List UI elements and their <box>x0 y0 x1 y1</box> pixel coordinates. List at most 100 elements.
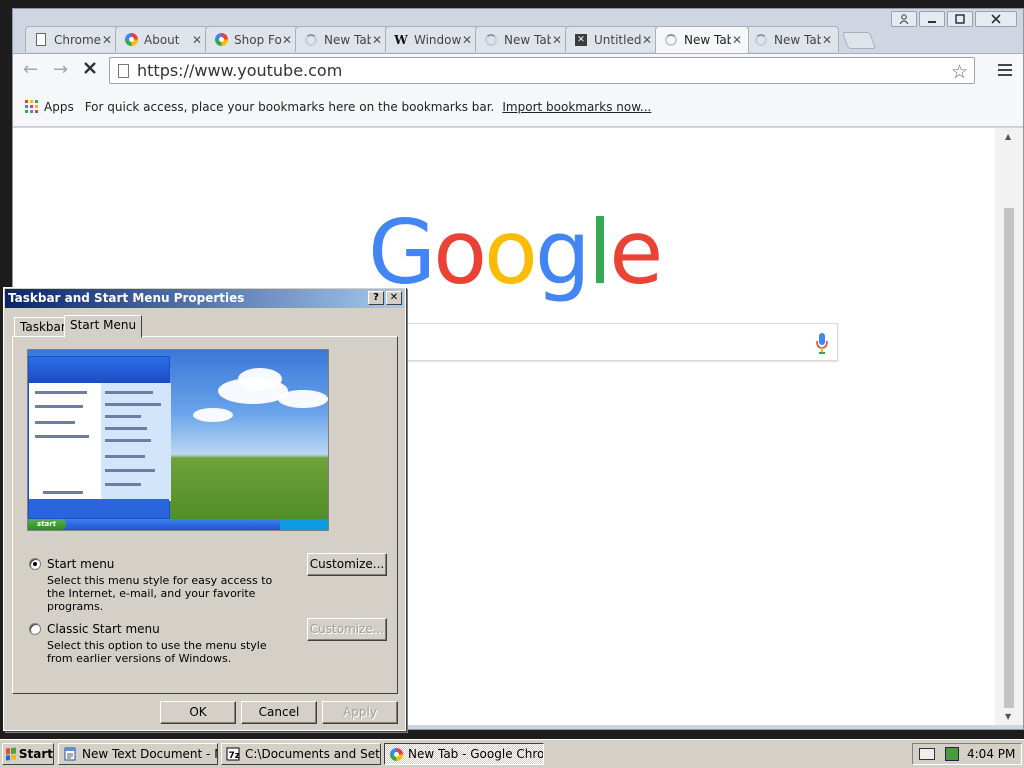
window-controls <box>891 11 1017 27</box>
bookmarks-bar: Apps For quick access, place your bookma… <box>13 87 1023 127</box>
loading-spinner-icon <box>754 33 768 47</box>
logo-letter: e <box>609 201 663 304</box>
document-icon <box>34 33 48 47</box>
tab-close-icon[interactable]: ✕ <box>371 33 383 47</box>
customize-classic-menu-button[interactable]: Customize... <box>307 618 387 641</box>
profile-icon[interactable] <box>891 11 917 27</box>
bookmarks-hint: For quick access, place your bookmarks h… <box>84 99 495 114</box>
chrome-tab[interactable]: New Tab ✕ <box>475 26 569 52</box>
notepad-icon <box>64 747 76 761</box>
chrome-icon <box>389 747 403 761</box>
svg-text:7z: 7z <box>229 751 241 761</box>
back-icon[interactable]: ← <box>23 61 38 79</box>
page-icon <box>118 63 129 78</box>
chrome-tab[interactable]: New Tab ✕ <box>295 26 389 52</box>
start-menu-panel: start Start menu Select this menu style … <box>12 336 398 694</box>
task-notepad[interactable]: New Text Document - No... <box>58 743 218 765</box>
classic-start-menu-description: Select this option to use the menu style… <box>47 639 267 665</box>
tab-close-icon[interactable]: ✕ <box>281 33 293 47</box>
tab-close-icon[interactable]: ✕ <box>191 33 203 47</box>
chrome-tab[interactable]: New Tab ✕ <box>655 26 749 53</box>
google-chrome-icon <box>124 33 138 47</box>
tab-close-icon[interactable]: ✕ <box>461 33 473 47</box>
7zip-icon: 7z <box>226 747 240 761</box>
wikipedia-icon: W <box>394 32 408 47</box>
stop-loading-icon[interactable] <box>83 61 97 79</box>
omnibox[interactable]: ☆ <box>109 57 975 84</box>
classic-start-menu-option-label: Classic Start menu <box>47 622 160 636</box>
tab-close-icon[interactable]: ✕ <box>731 33 743 47</box>
microphone-icon[interactable] <box>815 332 829 354</box>
system-tray: 4:04 PM <box>912 743 1022 765</box>
scroll-down-icon[interactable]: ▼ <box>1005 712 1011 721</box>
tab-title: New Tab <box>504 32 551 47</box>
tab-title: About <box>144 32 180 47</box>
help-button[interactable]: ? <box>368 291 384 305</box>
tab-title: Chrome <box>54 32 101 47</box>
start-menu-description: Select this menu style for easy access t… <box>47 574 273 613</box>
tab-close-icon[interactable]: ✕ <box>101 33 113 47</box>
google-logo: Google <box>368 201 663 304</box>
new-tab-button[interactable] <box>841 32 877 49</box>
windows-taskbar: Start New Text Document - No... 7z C:\Do… <box>0 739 1024 768</box>
close-window-icon[interactable] <box>975 11 1017 27</box>
ok-button[interactable]: OK <box>160 701 236 724</box>
tab-title: Untitled <box>594 32 641 47</box>
import-bookmarks-link[interactable]: Import bookmarks now... <box>502 100 651 114</box>
chrome-tab[interactable]: About ✕ <box>115 26 209 52</box>
chrome-tab[interactable]: New Tab ✕ <box>745 26 839 52</box>
preview-start-menu <box>28 356 171 519</box>
start-label: Start <box>18 747 53 761</box>
customize-start-menu-button[interactable]: Customize... <box>307 553 387 576</box>
logo-letter: o <box>433 201 487 304</box>
task-7zip-label: C:\Documents and Settin... <box>245 747 380 761</box>
chrome-tab[interactable]: Chrome ✕ <box>25 26 119 52</box>
dialog-close-button[interactable]: ✕ <box>386 291 402 305</box>
keyboard-icon[interactable] <box>919 748 935 760</box>
page-scrollbar[interactable]: ▲ ▼ <box>995 128 1023 725</box>
tab-title: New Tab <box>324 32 371 47</box>
chrome-menu-icon[interactable] <box>998 64 1012 79</box>
tab-title: Window <box>414 32 461 47</box>
apps-icon[interactable] <box>25 100 38 113</box>
classic-start-menu-radio[interactable] <box>29 623 41 635</box>
dialog-title: Taskbar and Start Menu Properties <box>8 291 245 305</box>
classic-start-menu-option[interactable]: Classic Start menu <box>29 622 160 636</box>
task-chrome[interactable]: New Tab - Google Chrome <box>384 743 544 765</box>
chrome-toolbar: ← → ☆ <box>13 53 1023 87</box>
scroll-up-icon[interactable]: ▲ <box>1005 132 1011 141</box>
google-chrome-icon <box>214 33 228 47</box>
loading-spinner-icon <box>664 33 678 47</box>
loading-spinner-icon <box>484 33 498 47</box>
cancel-button[interactable]: Cancel <box>241 701 317 724</box>
tab-title: Shop Fo <box>234 32 281 47</box>
address-input[interactable] <box>137 61 974 80</box>
tab-close-icon[interactable]: ✕ <box>821 33 833 47</box>
apps-shortcut[interactable]: Apps <box>44 100 74 114</box>
task-notepad-label: New Text Document - No... <box>82 747 217 761</box>
chrome-tab[interactable]: Shop Fo ✕ <box>205 26 299 52</box>
chrome-tab[interactable]: W Window ✕ <box>385 26 479 52</box>
apply-button[interactable]: Apply <box>322 701 398 724</box>
dialog-titlebar[interactable]: Taskbar and Start Menu Properties ? ✕ <box>5 289 404 308</box>
clock[interactable]: 4:04 PM <box>967 747 1015 761</box>
bookmark-star-icon[interactable]: ☆ <box>951 61 968 83</box>
maximize-icon[interactable] <box>947 11 973 27</box>
tab-start-menu[interactable]: Start Menu <box>64 315 143 338</box>
tab-close-icon[interactable]: ✕ <box>641 33 653 47</box>
start-menu-option[interactable]: Start menu <box>29 557 114 571</box>
start-button[interactable]: Start <box>2 743 54 765</box>
task-7zip[interactable]: 7z C:\Documents and Settin... <box>221 743 381 765</box>
x-app-icon: ✕ <box>574 33 588 47</box>
tab-title: New Tab <box>774 32 821 47</box>
minimize-icon[interactable] <box>919 11 945 27</box>
start-menu-option-label: Start menu <box>47 557 115 571</box>
scroll-thumb[interactable] <box>1004 208 1014 708</box>
network-icon[interactable] <box>945 747 959 761</box>
forward-icon[interactable]: → <box>53 61 68 79</box>
start-menu-radio[interactable] <box>29 558 41 570</box>
preview-start-button: start <box>28 519 66 530</box>
tab-close-icon[interactable]: ✕ <box>551 33 563 47</box>
tab-title: New Tab <box>684 33 731 47</box>
chrome-tab[interactable]: ✕ Untitled ✕ <box>565 26 659 52</box>
